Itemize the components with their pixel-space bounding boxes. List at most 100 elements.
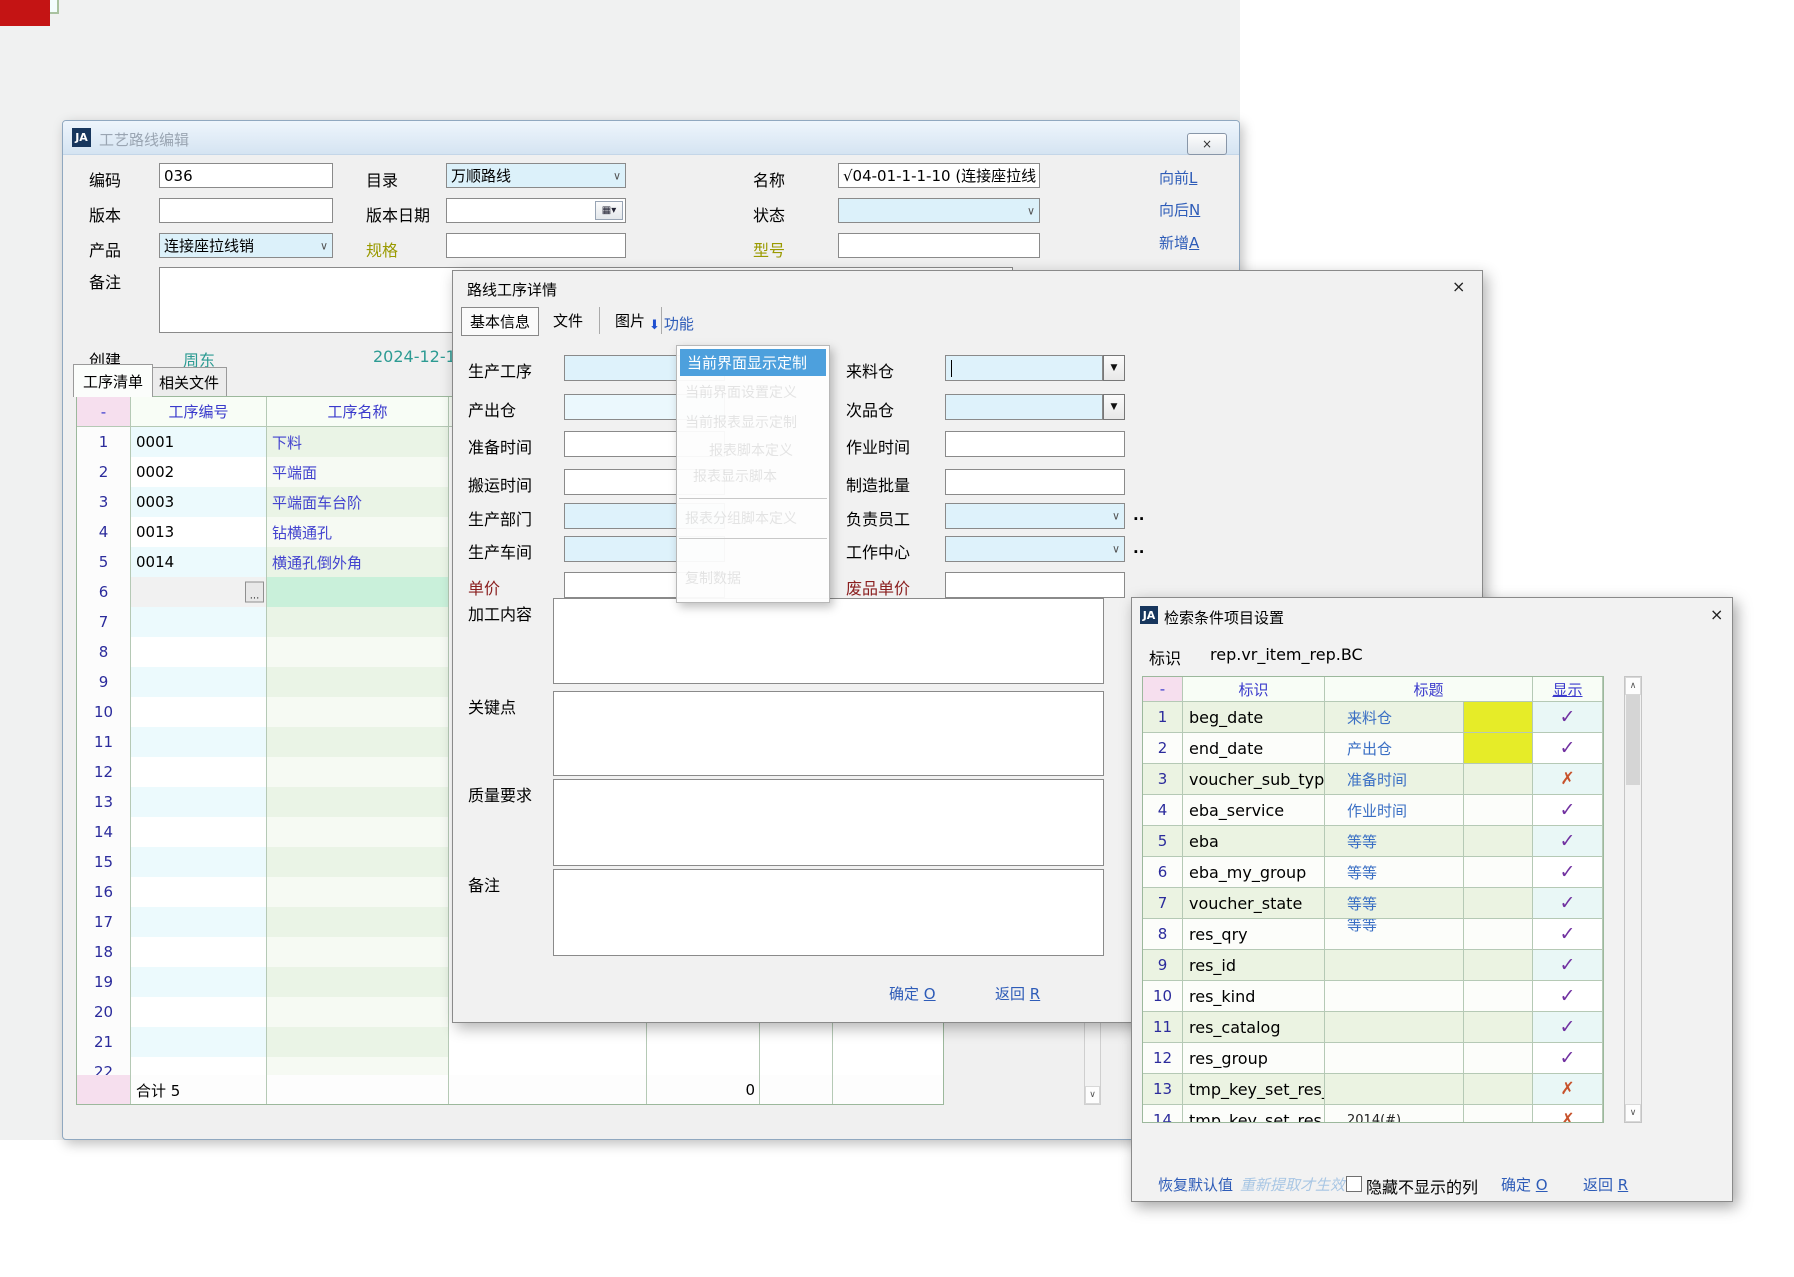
field-combo[interactable]: ∨ (945, 536, 1125, 562)
display-toggle-cell[interactable]: ✓ (1533, 981, 1603, 1012)
color-swatch[interactable] (1464, 950, 1533, 981)
display-toggle-cell[interactable]: ✓ (1533, 857, 1603, 888)
operation-code-cell[interactable]: 0001 (131, 427, 267, 458)
display-toggle-cell[interactable]: ✓ (1533, 950, 1603, 981)
empty-cell[interactable] (760, 1027, 833, 1058)
field-input[interactable] (945, 394, 1103, 420)
operation-code-cell[interactable] (131, 607, 267, 638)
row-number[interactable]: 12 (1143, 1043, 1183, 1074)
color-swatch[interactable] (1464, 857, 1533, 888)
row-number[interactable]: 2 (1143, 733, 1183, 764)
display-toggle-cell[interactable]: ✓ (1533, 919, 1603, 950)
operation-code-cell[interactable] (131, 877, 267, 908)
field-title-cell[interactable]: 2014(#) (1325, 1105, 1464, 1123)
operation-code-cell[interactable] (131, 1027, 267, 1058)
field-input[interactable] (945, 572, 1125, 598)
row-number[interactable]: 8 (1143, 919, 1183, 950)
operation-name-cell[interactable] (267, 637, 449, 668)
row-number[interactable]: 6 (1143, 857, 1183, 888)
color-swatch[interactable] (1464, 1074, 1533, 1105)
operation-code-cell[interactable]: ... (131, 577, 267, 608)
dropdown-arrow-icon[interactable]: ▼ (1103, 394, 1125, 420)
field-title-cell[interactable]: 产出仓 (1325, 733, 1464, 764)
field-title-cell[interactable]: 等等 (1325, 826, 1464, 857)
tab-files[interactable]: 文件 (537, 307, 600, 334)
row-number[interactable]: 2 (77, 457, 131, 488)
operation-code-cell[interactable] (131, 727, 267, 758)
row-number[interactable]: 7 (1143, 888, 1183, 919)
display-toggle-cell[interactable]: ✗ (1533, 1105, 1603, 1123)
field-title-cell[interactable]: 来料仓 (1325, 702, 1464, 733)
operation-name-cell[interactable] (267, 607, 449, 638)
color-swatch[interactable] (1464, 795, 1533, 826)
operation-code-cell[interactable] (131, 757, 267, 788)
field-title-cell[interactable]: 作业时间 (1325, 795, 1464, 826)
field-code-cell[interactable]: res_kind (1183, 981, 1325, 1012)
operation-code-cell[interactable] (131, 907, 267, 938)
operation-code-cell[interactable]: 0013 (131, 517, 267, 548)
field-code-cell[interactable]: tmp_key_set_res_mai (1183, 1105, 1325, 1123)
color-swatch[interactable] (1464, 733, 1533, 764)
calendar-icon[interactable]: ▦▾ (595, 201, 623, 220)
operation-name-cell[interactable] (267, 757, 449, 788)
field-code-cell[interactable]: voucher_sub_type_BC (1183, 764, 1325, 795)
row-number[interactable]: 3 (77, 487, 131, 518)
code-input[interactable]: 036 (159, 163, 333, 188)
field-title-cell[interactable] (1325, 1043, 1464, 1074)
row-number[interactable]: 6 (77, 577, 131, 608)
tab-operation-list[interactable]: 工序清单 (73, 364, 153, 397)
color-swatch[interactable] (1464, 1105, 1533, 1123)
row-number[interactable]: 11 (77, 727, 131, 758)
row-number[interactable]: 13 (77, 787, 131, 818)
tab-basic-info[interactable]: 基本信息 (461, 307, 539, 336)
tab-related-files[interactable]: 相关文件 (151, 367, 227, 397)
row-number[interactable]: 21 (77, 1027, 131, 1058)
row-number[interactable]: 5 (1143, 826, 1183, 857)
restore-defaults-button[interactable]: 恢复默认值 (1158, 1174, 1233, 1195)
operation-name-cell[interactable]: 平端面 (267, 457, 449, 488)
field-code-cell[interactable]: eba_my_group (1183, 857, 1325, 888)
field-title-cell[interactable] (1325, 981, 1464, 1012)
field-code-cell[interactable]: voucher_state (1183, 888, 1325, 919)
vertical-scrollbar[interactable]: ∧ ∨ (1624, 676, 1642, 1123)
hide-columns-checkbox[interactable] (1346, 1176, 1362, 1192)
menu-item-display-customize[interactable]: 当前界面显示定制 (680, 349, 826, 376)
row-number[interactable]: 8 (77, 637, 131, 668)
version-date-input[interactable]: ▦▾ (446, 198, 626, 223)
field-input[interactable] (945, 469, 1125, 495)
display-toggle-cell[interactable]: ✓ (1533, 702, 1603, 733)
close-icon[interactable]: × (1187, 133, 1227, 155)
ok-button[interactable]: 确定 O (889, 983, 936, 1004)
row-number[interactable]: 13 (1143, 1074, 1183, 1105)
back-button[interactable]: 返回 R (995, 983, 1040, 1004)
display-toggle-cell[interactable]: ✓ (1533, 1043, 1603, 1074)
operation-code-cell[interactable] (131, 937, 267, 968)
area-textarea[interactable] (553, 598, 1104, 684)
area-textarea[interactable] (553, 869, 1104, 956)
field-title-cell[interactable]: 准备时间 (1325, 764, 1464, 795)
row-number[interactable]: 12 (77, 757, 131, 788)
display-toggle-cell[interactable]: ✓ (1533, 795, 1603, 826)
display-toggle-cell[interactable]: ✓ (1533, 1012, 1603, 1043)
operation-name-cell[interactable] (267, 907, 449, 938)
field-input[interactable] (945, 355, 1103, 381)
empty-cell[interactable] (449, 1027, 647, 1058)
color-swatch[interactable] (1464, 981, 1533, 1012)
close-icon[interactable]: × (1710, 605, 1723, 624)
menu-item-faded[interactable]: 报表分组脚本定义 (685, 508, 797, 528)
title-bar[interactable]: JA 工艺路线编辑 × (63, 121, 1239, 155)
nav-link-A[interactable]: 新增A (1159, 232, 1199, 253)
display-toggle-cell[interactable]: ✓ (1533, 826, 1603, 857)
row-number[interactable]: 7 (77, 607, 131, 638)
row-number[interactable]: 1 (1143, 702, 1183, 733)
field-title-cell[interactable]: 等等 (1325, 919, 1464, 950)
model-input[interactable] (838, 233, 1040, 258)
more-options-button[interactable]: .. (1133, 506, 1144, 524)
operation-code-cell[interactable] (131, 637, 267, 668)
empty-cell[interactable] (833, 1027, 944, 1058)
area-textarea[interactable] (553, 779, 1104, 866)
field-combo[interactable]: ∨ (945, 503, 1125, 529)
field-code-cell[interactable]: eba (1183, 826, 1325, 857)
operation-name-cell[interactable] (267, 937, 449, 968)
operation-name-cell[interactable]: 平端面车台阶 (267, 487, 449, 518)
